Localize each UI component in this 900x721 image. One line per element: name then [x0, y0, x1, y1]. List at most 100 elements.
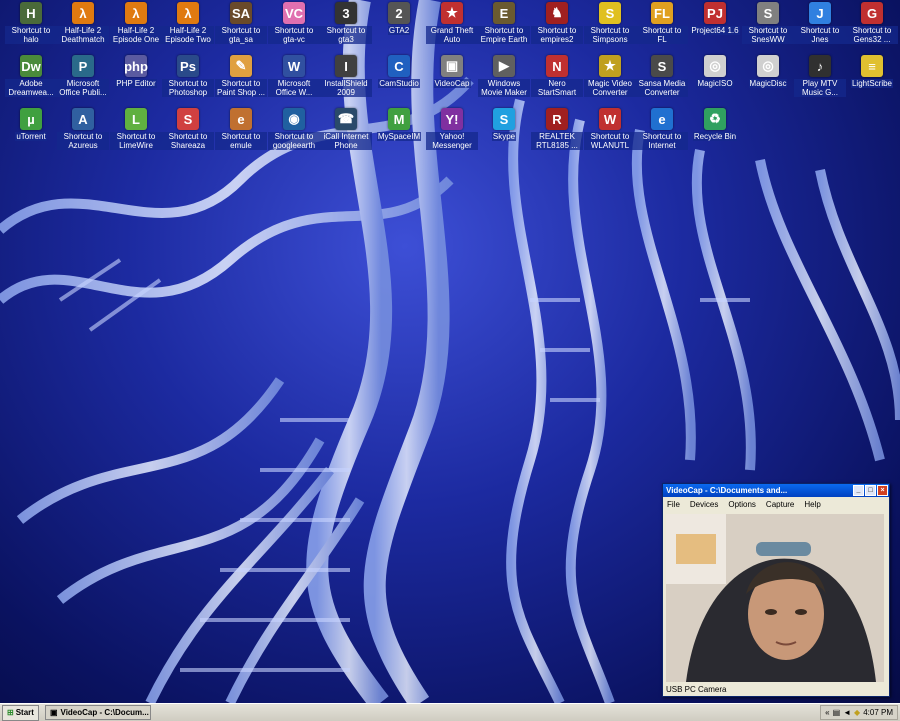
start-button[interactable]: ⊞ Start	[2, 704, 39, 721]
volume-icon[interactable]: ◄	[843, 708, 851, 717]
nero-icon: N	[546, 55, 568, 77]
desktop-icon[interactable]: VC Shortcut to gta-vc	[268, 2, 320, 44]
desktop-icon[interactable]: λ Half-Life 2 Episode Two	[162, 2, 214, 44]
clock[interactable]: 4:07 PM	[863, 708, 893, 717]
desktop-icon[interactable]: ★ Magic Video Converter	[584, 55, 636, 97]
desktop-icon[interactable]: E Shortcut to Empire Earth	[478, 2, 530, 44]
azureus-icon: A	[72, 108, 94, 130]
menu-devices[interactable]: Devices	[690, 500, 718, 509]
desktop-icon[interactable]: W Microsoft Office W...	[268, 55, 320, 97]
desktop-icon[interactable]: W Shortcut to WLANUTL	[584, 108, 636, 150]
desktop-icon[interactable]: 2 GTA2	[373, 2, 425, 35]
desktop-icon-label: Shortcut to Photoshop	[162, 79, 214, 97]
jnes-icon: J	[809, 2, 831, 24]
desktop-icon[interactable]: M MySpaceIM	[373, 108, 425, 141]
desktop-icon[interactable]: S Shortcut to Simpsons	[584, 2, 636, 44]
desktop-icon[interactable]: H Shortcut to halo	[5, 2, 57, 44]
desktop-icon[interactable]: C CamStudio	[373, 55, 425, 88]
desktop-icon-label: Shortcut to Azureus	[57, 132, 109, 150]
desktop-icon[interactable]: 3 Shortcut to gta3	[320, 2, 372, 44]
lightscribe-icon: ≡	[861, 55, 883, 77]
desktop-icon[interactable]: λ Half-Life 2 Episode One	[110, 2, 162, 44]
system-tray: « ▤ ◄ ◆ 4:07 PM	[820, 705, 898, 720]
desktop-icon[interactable]: SA Shortcut to gta_sa	[215, 2, 267, 44]
desktop-icon[interactable]: A Shortcut to Azureus	[57, 108, 109, 150]
photoshop-icon: Ps	[177, 55, 199, 77]
desktop-icon[interactable]: ✎ Shortcut to Paint Shop ...	[215, 55, 267, 97]
videocap-title-bar[interactable]: VideoCap - C:\Documents and... _ □ ×	[663, 484, 889, 497]
magicdisc-icon: ◎	[757, 55, 779, 77]
taskbar-item-videocap[interactable]: ▣ VideoCap - C:\Docum...	[44, 705, 151, 720]
desktop-icon-label: Shortcut to Internet	[636, 132, 688, 150]
desktop-icon[interactable]: Ps Shortcut to Photoshop	[162, 55, 214, 97]
desktop-icon[interactable]: S Shortcut to Shareaza	[162, 108, 214, 150]
tray-arrow-icon[interactable]: «	[825, 708, 829, 717]
desktop[interactable]: H Shortcut to halo λ Half-Life 2 Deathmatch…	[0, 0, 900, 703]
desktop-icon[interactable]: ♞ Shortcut to empires2	[531, 2, 583, 44]
desktop-icon[interactable]: ◎ MagicISO	[689, 55, 741, 88]
desktop-icon[interactable]: ★ Grand Theft Auto	[426, 2, 478, 44]
wlan-icon: W	[599, 108, 621, 130]
desktop-icon-label: Grand Theft Auto	[426, 26, 478, 44]
desktop-icon-label: Magic Video Converter	[584, 79, 636, 97]
desktop-icon[interactable]: php PHP Editor	[110, 55, 162, 88]
ie-icon: e	[651, 108, 673, 130]
desktop-icon[interactable]: λ Half-Life 2 Deathmatch	[57, 2, 109, 44]
maximize-icon[interactable]: □	[865, 485, 876, 496]
desktop-icon[interactable]: Dw Adobe Dreamwea...	[5, 55, 57, 97]
desktop-icon[interactable]: Y! Yahoo! Messenger	[426, 108, 478, 150]
mtv-icon: ♪	[809, 55, 831, 77]
desktop-icon-label: iCall Internet Phone	[320, 132, 372, 150]
network-icon[interactable]: ▤	[833, 708, 841, 717]
desktop-icon-label: Shortcut to LimeWire	[110, 132, 162, 150]
desktop-icon[interactable]: S Sansa Media Converter	[636, 55, 688, 97]
gta2-icon: 2	[388, 2, 410, 24]
desktop-icon-label: MagicDisc	[748, 79, 788, 88]
start-label: Start	[15, 708, 34, 717]
desktop-icon[interactable]: ♪ Play MTV Music G...	[794, 55, 846, 97]
desktop-icon-label: Microsoft Office Publi...	[57, 79, 109, 97]
desktop-icon-label: Shortcut to empires2	[531, 26, 583, 44]
menu-options[interactable]: Options	[728, 500, 756, 509]
close-icon[interactable]: ×	[877, 485, 888, 496]
desktop-icon-label: Half-Life 2 Episode Two	[162, 26, 214, 44]
desktop-icon-label: Project64 1.6	[690, 26, 740, 35]
publisher-icon: P	[72, 55, 94, 77]
menu-file[interactable]: File	[667, 500, 680, 509]
desktop-icon[interactable]: ▶ Windows Movie Maker	[478, 55, 530, 97]
videocap-title: VideoCap - C:\Documents and...	[666, 486, 788, 495]
minimize-icon[interactable]: _	[853, 485, 864, 496]
desktop-icon-label: Play MTV Music G...	[794, 79, 846, 97]
desktop-icon[interactable]: S Skype	[478, 108, 530, 141]
desktop-icon-label: Microsoft Office W...	[268, 79, 320, 97]
desktop-icon[interactable]: FL Shortcut to FL	[636, 2, 688, 44]
desktop-icon[interactable]: N Nero StartSmart	[531, 55, 583, 97]
desktop-icon[interactable]: ◉ Shortcut to googleearth	[268, 108, 320, 150]
shield-icon[interactable]: ◆	[854, 708, 860, 717]
desktop-icon-label: LightScribe	[850, 79, 894, 88]
phone-icon: ☎	[335, 108, 357, 130]
desktop-icon[interactable]: P Microsoft Office Publi...	[57, 55, 109, 97]
desktop-icon-label: Recycle Bin	[692, 132, 738, 141]
desktop-icon[interactable]: e Shortcut to emule	[215, 108, 267, 150]
desktop-icon[interactable]: G Shortcut to Gens32 ...	[846, 2, 898, 44]
menu-help[interactable]: Help	[804, 500, 820, 509]
desktop-icon[interactable]: ▣ VideoCap	[426, 55, 478, 88]
yahoo-icon: Y!	[441, 108, 463, 130]
desktop-icon[interactable]: ◎ MagicDisc	[742, 55, 794, 88]
desktop-icon-label: Shortcut to Gens32 ...	[846, 26, 898, 44]
desktop-icon[interactable]: ☎ iCall Internet Phone	[320, 108, 372, 150]
desktop-icon[interactable]: J Shortcut to Jnes	[794, 2, 846, 44]
desktop-icon[interactable]: L Shortcut to LimeWire	[110, 108, 162, 150]
desktop-icon[interactable]: PJ Project64 1.6	[689, 2, 741, 35]
menu-capture[interactable]: Capture	[766, 500, 794, 509]
desktop-icon[interactable]: µ uTorrent	[5, 108, 57, 141]
desktop-icon[interactable]: ♻ Recycle Bin	[689, 108, 741, 141]
desktop-icon[interactable]: R REALTEK RTL8185 ...	[531, 108, 583, 150]
recycle-bin-icon: ♻	[704, 108, 726, 130]
desktop-icon[interactable]: S Shortcut to SnesWW	[742, 2, 794, 44]
desktop-icon[interactable]: I InstallShield 2009	[320, 55, 372, 97]
videocap-window[interactable]: VideoCap - C:\Documents and... _ □ × Fil…	[662, 483, 890, 697]
desktop-icon[interactable]: ≡ LightScribe	[846, 55, 898, 88]
desktop-icon[interactable]: e Shortcut to Internet	[636, 108, 688, 150]
